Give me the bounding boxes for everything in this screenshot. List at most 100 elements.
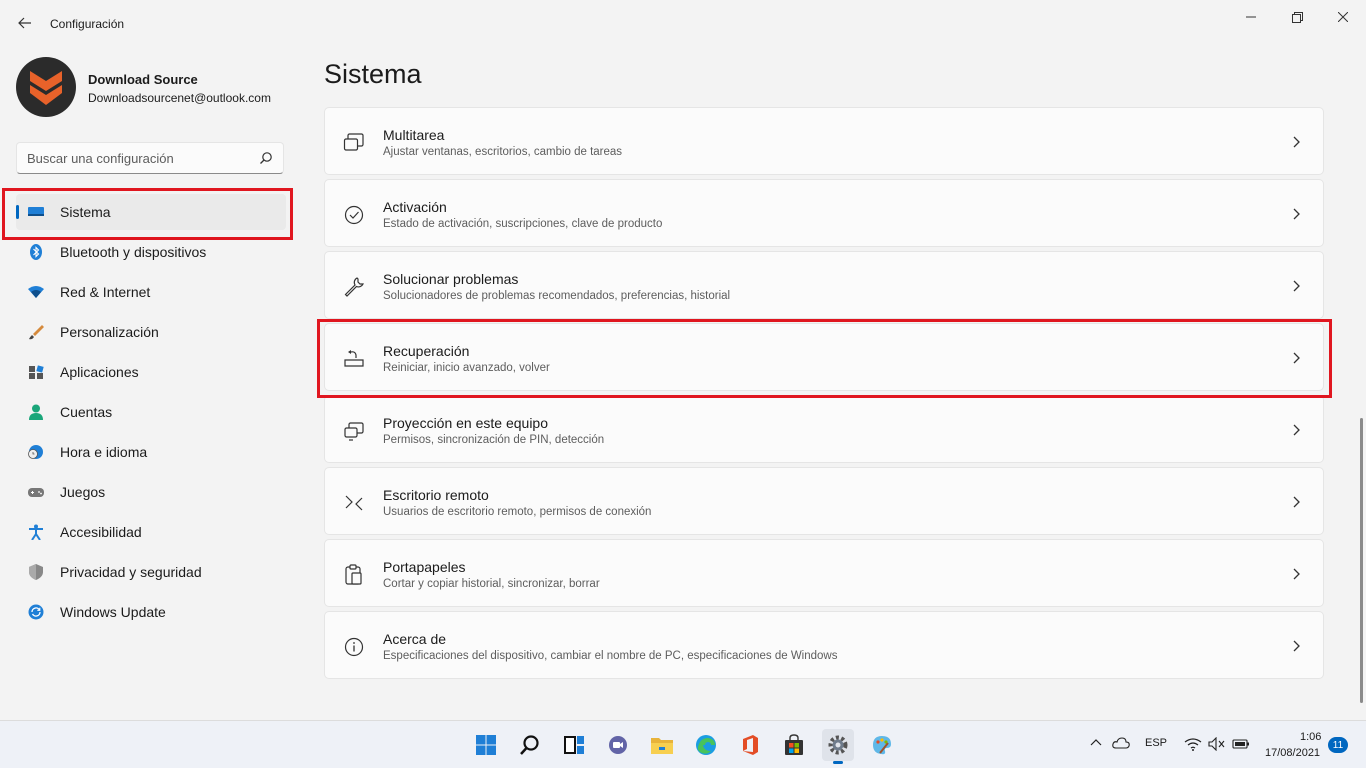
clock-globe-icon [27,444,45,460]
volume-muted-icon[interactable] [1208,736,1226,754]
card-subtitle: Cortar y copiar historial, sincronizar, … [383,578,600,590]
minimize-icon[interactable] [1228,6,1274,28]
taskbar: ESP 1:06 17/08/2021 11 [0,720,1366,768]
chevron-right-icon [1291,206,1301,222]
accessibility-icon [27,524,45,541]
window-title: Configuración [50,17,125,31]
chevron-right-icon [1291,134,1301,150]
chevron-right-icon [1291,494,1301,510]
account-email: Downloadsourcenet@outlook.com [88,91,271,105]
sidebar-item-label: Personalización [60,324,159,340]
back-arrow-icon[interactable] [14,12,36,34]
shield-icon [27,564,45,580]
brush-icon [27,324,45,340]
office-icon[interactable] [734,729,766,761]
highlight-box-sistema [2,188,293,240]
search-icon[interactable] [259,151,273,170]
card-escritorio-remoto[interactable]: Escritorio remoto Usuarios de escritorio… [324,467,1324,535]
download-source-logo-icon [30,71,62,105]
sidebar-item-label: Red & Internet [60,284,151,300]
language-indicator[interactable]: ESP [1145,737,1167,749]
search-input[interactable] [17,143,247,173]
search-box[interactable] [16,142,284,174]
account-name: Download Source [88,72,198,87]
card-subtitle: Estado de activación, suscripciones, cla… [383,218,663,230]
sidebar-item-label: Privacidad y seguridad [60,564,202,580]
file-explorer-icon[interactable] [646,729,678,761]
projection-icon [343,420,365,442]
card-multitarea[interactable]: Multitarea Ajustar ventanas, escritorios… [324,107,1324,175]
sidebar-item-label: Windows Update [60,604,166,620]
card-portapapeles[interactable]: Portapapeles Cortar y copiar historial, … [324,539,1324,607]
clipboard-icon [343,564,365,586]
sidebar-item-label: Aplicaciones [60,364,139,380]
card-subtitle: Especificaciones del dispositivo, cambia… [383,650,838,662]
card-subtitle: Permisos, sincronización de PIN, detecci… [383,434,605,446]
maximize-icon[interactable] [1274,6,1320,28]
search-icon[interactable] [514,729,546,761]
card-proyeccion[interactable]: Proyección en este equipo Permisos, sinc… [324,395,1324,463]
check-circle-icon [343,204,365,226]
sidebar-item-red[interactable]: Red & Internet [16,274,286,310]
card-acerca-de[interactable]: Acerca de Especificaciones del dispositi… [324,611,1324,679]
card-title: Solucionar problemas [383,271,519,287]
sidebar-item-label: Accesibilidad [60,524,142,540]
highlight-box-recuperacion [317,319,1332,398]
paint-icon[interactable] [866,729,898,761]
sidebar-item-cuentas[interactable]: Cuentas [16,394,286,430]
card-title: Acerca de [383,631,447,647]
clock-time[interactable]: 1:06 [1300,731,1321,743]
windows-start-icon[interactable] [470,729,502,761]
person-icon [27,404,45,420]
card-subtitle: Solucionadores de problemas recomendados… [383,290,731,302]
avatar[interactable] [16,57,76,117]
chevron-right-icon [1291,278,1301,294]
sidebar-item-label: Bluetooth y dispositivos [60,244,207,260]
card-title: Multitarea [383,127,445,143]
sidebar-item-hora[interactable]: Hora e idioma [16,434,286,470]
teams-chat-icon[interactable] [602,729,634,761]
notification-badge[interactable]: 11 [1328,737,1348,753]
card-title: Proyección en este equipo [383,415,548,431]
sidebar-item-label: Cuentas [60,404,113,420]
sidebar-item-juegos[interactable]: Juegos [16,474,286,510]
wrench-icon [343,276,365,298]
sidebar-nav: Sistema Bluetooth y dispositivos Red & I… [16,194,286,634]
onedrive-cloud-icon[interactable] [1112,737,1130,752]
edge-icon[interactable] [690,729,722,761]
remote-desktop-icon [343,492,365,514]
card-solucionar-problemas[interactable]: Solucionar problemas Solucionadores de p… [324,251,1324,319]
card-subtitle: Ajustar ventanas, escritorios, cambio de… [383,146,623,158]
sidebar-item-accesibilidad[interactable]: Accesibilidad [16,514,286,550]
sidebar-item-aplicaciones[interactable]: Aplicaciones [16,354,286,390]
clock-date[interactable]: 17/08/2021 [1265,747,1320,759]
multitask-icon [343,132,365,154]
sidebar-item-windows-update[interactable]: Windows Update [16,594,286,630]
page-title: Sistema [324,59,422,89]
info-icon [343,636,365,658]
update-icon [27,604,45,620]
settings-icon[interactable] [822,729,854,764]
card-title: Portapapeles [383,559,466,575]
battery-icon[interactable] [1232,737,1250,754]
close-icon[interactable] [1320,6,1366,28]
sidebar-item-personalizacion[interactable]: Personalización [16,314,286,350]
sidebar-item-privacidad[interactable]: Privacidad y seguridad [16,554,286,590]
chevron-right-icon [1291,422,1301,438]
store-icon[interactable] [778,729,810,761]
card-subtitle: Usuarios de escritorio remoto, permisos … [383,506,652,518]
card-title: Escritorio remoto [383,487,489,503]
bluetooth-icon [27,244,45,260]
chevron-right-icon [1291,566,1301,582]
wifi-status-icon[interactable] [1184,737,1202,754]
sidebar-item-label: Hora e idioma [60,444,148,460]
chevron-up-icon[interactable] [1090,737,1102,750]
card-activacion[interactable]: Activación Estado de activación, suscrip… [324,179,1324,247]
chevron-right-icon [1291,638,1301,654]
title-bar: Configuración [0,0,1366,48]
task-view-icon[interactable] [558,729,590,761]
apps-icon [27,364,45,380]
scrollbar[interactable] [1360,418,1363,703]
sidebar-item-label: Juegos [60,484,106,500]
gamepad-icon [27,484,45,500]
